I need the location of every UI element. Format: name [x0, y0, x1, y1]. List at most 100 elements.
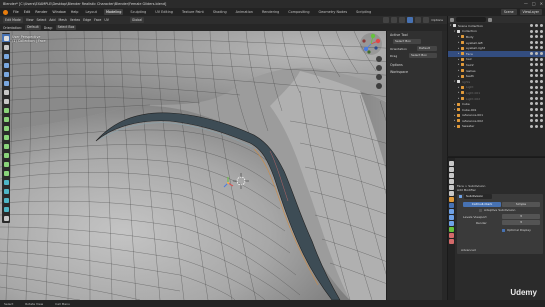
workspace-section[interactable]: Workspace — [390, 70, 442, 74]
orientation-dropdown[interactable]: Default — [25, 25, 41, 30]
checkbox-icon[interactable] — [530, 74, 533, 78]
menu-edit[interactable]: Edit — [24, 10, 31, 14]
eye-icon[interactable] — [535, 91, 538, 95]
tab-shading[interactable]: Shading — [211, 9, 229, 15]
maximize-button[interactable]: □ — [532, 1, 536, 6]
eye-icon[interactable] — [535, 35, 538, 39]
eye-icon[interactable] — [535, 102, 538, 106]
rendered-shading-icon[interactable] — [423, 17, 430, 23]
modifier-tab-icon[interactable] — [449, 203, 454, 208]
shrink-fatten-tool[interactable] — [2, 196, 10, 204]
scale-tool[interactable] — [2, 70, 10, 78]
tab-modeling[interactable]: Modeling — [103, 9, 124, 15]
checkbox-icon[interactable] — [530, 91, 533, 95]
minimize-button[interactable]: — — [524, 1, 528, 6]
navigation-gizmo[interactable] — [359, 32, 383, 56]
measure-tool[interactable] — [2, 97, 10, 105]
outliner-row[interactable]: ▸ Sweater — [448, 124, 545, 130]
blender-logo-icon[interactable] — [3, 9, 8, 15]
edge-slide-tool[interactable] — [2, 187, 10, 195]
tool-tab-icon[interactable] — [449, 161, 454, 166]
camera-icon[interactable] — [540, 91, 543, 95]
menu-select[interactable]: Select — [36, 18, 46, 22]
display-mode-icon[interactable] — [450, 17, 454, 22]
transform-tool[interactable] — [2, 79, 10, 87]
move-tool[interactable] — [2, 52, 10, 60]
particles-tab-icon[interactable] — [449, 209, 454, 214]
tab-geometry-nodes[interactable]: Geometry Nodes — [317, 9, 350, 15]
menu-edge[interactable]: Edge — [83, 18, 91, 22]
inset-tool[interactable] — [2, 124, 10, 132]
zoom-icon[interactable] — [376, 56, 382, 62]
menu-render[interactable]: Render — [35, 10, 47, 14]
checkbox-icon[interactable] — [530, 124, 533, 128]
material-shading-icon[interactable] — [415, 17, 422, 23]
advanced-section[interactable]: Advanced — [461, 248, 476, 252]
rotate-tool[interactable] — [2, 61, 10, 69]
n-orientation-dropdown[interactable]: Default — [417, 46, 437, 51]
menu-add[interactable]: Add — [49, 18, 55, 22]
tab-compositing[interactable]: Compositing — [286, 9, 311, 15]
shear-tool[interactable] — [2, 205, 10, 213]
camera-icon[interactable] — [540, 46, 543, 50]
eye-icon[interactable] — [535, 29, 538, 33]
scene-selector[interactable]: Scene — [500, 9, 517, 15]
checkbox-icon[interactable] — [530, 51, 533, 55]
extrude-tool[interactable] — [2, 115, 10, 123]
poly-build-tool[interactable] — [2, 160, 10, 168]
object-tab-icon[interactable] — [449, 197, 454, 202]
checkbox-icon[interactable] — [530, 113, 533, 117]
menu-help[interactable]: Help — [71, 10, 79, 14]
eye-icon[interactable] — [535, 107, 538, 111]
eye-icon[interactable] — [535, 119, 538, 123]
checkbox-icon[interactable] — [530, 40, 533, 44]
camera-icon[interactable] — [540, 124, 543, 128]
options-menu[interactable]: Options — [431, 17, 443, 23]
camera-icon[interactable] — [540, 107, 543, 111]
wireframe-shading-icon[interactable] — [399, 17, 406, 23]
checkbox-icon[interactable] — [530, 46, 533, 50]
eye-icon[interactable] — [535, 40, 538, 44]
scene-tab-icon[interactable] — [449, 185, 454, 190]
menu-file[interactable]: File — [13, 10, 19, 14]
checkbox-icon[interactable] — [530, 119, 533, 123]
options-section[interactable]: Options — [390, 63, 442, 67]
ortho-grid-icon[interactable] — [376, 83, 382, 89]
modifier-name-field[interactable]: Subdivision — [464, 194, 492, 199]
checkbox-icon[interactable] — [530, 85, 533, 89]
catmull-clark-button[interactable]: Catmull-Clark — [463, 202, 501, 207]
smooth-tool[interactable] — [2, 178, 10, 186]
checkbox-icon[interactable] — [530, 35, 533, 39]
menu-face[interactable]: Face — [94, 18, 101, 22]
camera-icon[interactable] — [540, 102, 543, 106]
n-drag-dropdown[interactable]: Select Box — [409, 53, 437, 58]
bevel-tool[interactable] — [2, 133, 10, 141]
eye-icon[interactable] — [535, 85, 538, 89]
camera-icon[interactable] — [540, 57, 543, 61]
eye-icon[interactable] — [535, 113, 538, 117]
active-tool-select-box[interactable]: Select Box — [393, 39, 421, 44]
camera-icon[interactable] — [540, 85, 543, 89]
optimal-display-checkbox[interactable] — [502, 229, 505, 232]
camera-icon[interactable] — [540, 113, 543, 117]
simple-button[interactable]: Simple — [502, 202, 540, 207]
active-tool-header[interactable]: Active Tool — [390, 33, 442, 37]
tab-uv-editing[interactable]: UV Editing — [153, 9, 175, 15]
eye-icon[interactable] — [535, 68, 538, 72]
select-box-tool[interactable] — [2, 34, 10, 42]
constraints-tab-icon[interactable] — [449, 221, 454, 226]
checkbox-icon[interactable] — [530, 63, 533, 67]
eye-icon[interactable] — [535, 124, 538, 128]
filter-icon[interactable] — [488, 17, 492, 22]
view-layer-tab-icon[interactable] — [449, 179, 454, 184]
mode-selector[interactable]: Edit Mode — [3, 17, 23, 23]
camera-icon[interactable] — [540, 68, 543, 72]
texture-tab-icon[interactable] — [449, 239, 454, 244]
material-tab-icon[interactable] — [449, 233, 454, 238]
eye-icon[interactable] — [535, 74, 538, 78]
add-cube-tool[interactable] — [2, 106, 10, 114]
checkbox-icon[interactable] — [530, 68, 533, 72]
3d-viewport[interactable]: User Perspective (1) Collection | Face A… — [0, 31, 447, 300]
loop-cut-tool[interactable] — [2, 142, 10, 150]
camera-icon[interactable] — [540, 63, 543, 67]
